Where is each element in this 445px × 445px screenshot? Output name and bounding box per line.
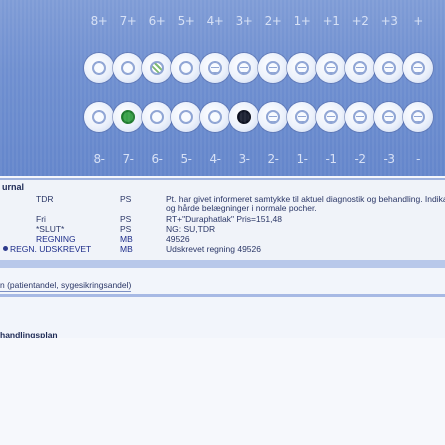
tooth-surface-icon — [237, 61, 251, 75]
journal-code: REGN. UDSKREVET — [10, 244, 92, 254]
tooth-lower-6[interactable] — [142, 102, 172, 132]
tooth-surface-icon — [295, 61, 309, 75]
tooth-surface-icon — [295, 110, 309, 124]
journal-panel: urnal TDR PS Pt. har givet informeret sa… — [0, 178, 445, 262]
tooth-lower-7[interactable] — [113, 102, 143, 132]
tooth-surface-icon — [266, 61, 280, 75]
journal-title: urnal — [2, 182, 25, 192]
journal-user: MB — [120, 234, 133, 244]
tooth-surface-icon — [92, 61, 106, 75]
tooth-label-lower-3: 6- — [151, 152, 163, 166]
tooth-label-upper-8: 1+ — [293, 14, 311, 28]
tooth-surface-icon — [266, 110, 280, 124]
tooth-label-upper-7: 2+ — [264, 14, 282, 28]
tooth-upper-2[interactable] — [258, 53, 288, 83]
tooth-label-lower-7: 2- — [267, 152, 279, 166]
tooth-surface-icon — [411, 61, 425, 75]
journal-text: og hårde belægninger i normale pocher. — [166, 203, 317, 213]
odontogram-panel: 8+ 7+ 6+ 5+ 4+ 3+ 2+ 1+ +1 +2 +3 + 8- 7-… — [0, 0, 445, 176]
journal-text: 49526 — [166, 234, 190, 244]
journal-text: RT+"Duraphatlak" Pris=151,48 — [166, 214, 282, 224]
tooth-label-lower-11: -3 — [383, 152, 395, 166]
journal-user: PS — [120, 224, 132, 234]
tooth-lower-8[interactable] — [84, 102, 114, 132]
tooth-label-lower-4: 5- — [180, 152, 192, 166]
tooth-label-lower-1: 8- — [93, 152, 105, 166]
journal-divider — [0, 260, 445, 268]
tooth-label-upper-6: 3+ — [235, 14, 253, 28]
tooth-upper-left-3[interactable] — [374, 53, 404, 83]
tooth-label-lower-2: 7- — [122, 152, 134, 166]
tooth-upper-left-1[interactable] — [316, 53, 346, 83]
tooth-lower-2[interactable] — [258, 102, 288, 132]
journal-code: *SLUT* — [36, 224, 65, 234]
treatment-plan-area[interactable] — [0, 338, 445, 445]
tooth-lower-left-2[interactable] — [345, 102, 375, 132]
tooth-surface-icon — [353, 61, 367, 75]
tooth-label-upper-3: 6+ — [148, 14, 166, 28]
journal-text: Udskrevet regning 49526 — [166, 244, 261, 254]
journal-code: Fri — [36, 214, 46, 224]
tooth-surface-icon — [121, 110, 135, 124]
tooth-surface-icon — [121, 61, 135, 75]
tooth-surface-icon — [208, 61, 222, 75]
tooth-label-upper-12: + — [413, 14, 423, 28]
tooth-label-lower-9: -1 — [325, 152, 337, 166]
tooth-surface-icon — [382, 61, 396, 75]
tooth-upper-5[interactable] — [171, 53, 201, 83]
tooth-surface-icon — [150, 110, 164, 124]
tooth-surface-icon — [179, 110, 193, 124]
tooth-lower-5[interactable] — [171, 102, 201, 132]
tooth-upper-left-4[interactable] — [403, 53, 433, 83]
tooth-surface-icon — [324, 61, 338, 75]
tooth-surface-icon — [150, 61, 164, 75]
tooth-upper-7[interactable] — [113, 53, 143, 83]
tooth-lower-left-4[interactable] — [403, 102, 433, 132]
journal-text: NG: SU,TDR — [166, 224, 216, 234]
tooth-surface-icon — [179, 61, 193, 75]
tooth-upper-6[interactable] — [142, 53, 172, 83]
tooth-label-upper-2: 7+ — [119, 14, 137, 28]
journal-user: PS — [120, 214, 132, 224]
journal-row[interactable]: REGNING MB 49526 — [0, 234, 445, 244]
tooth-surface-icon — [324, 110, 338, 124]
tooth-label-upper-11: +3 — [380, 14, 398, 28]
tooth-upper-8[interactable] — [84, 53, 114, 83]
tooth-label-upper-1: 8+ — [90, 14, 108, 28]
tooth-label-upper-5: 4+ — [206, 14, 224, 28]
journal-row[interactable]: og hårde belægninger i normale pocher. — [0, 203, 445, 213]
tooth-lower-left-1[interactable] — [316, 102, 346, 132]
tooth-surface-icon — [382, 110, 396, 124]
tooth-label-upper-10: +2 — [351, 14, 369, 28]
tooth-label-lower-5: 4- — [209, 152, 221, 166]
tooth-lower-left-3[interactable] — [374, 102, 404, 132]
tooth-surface-icon — [411, 110, 425, 124]
tooth-label-lower-6: 3- — [238, 152, 250, 166]
tooth-upper-1[interactable] — [287, 53, 317, 83]
tooth-surface-icon — [353, 110, 367, 124]
tooth-label-lower-12: - — [416, 152, 420, 166]
tooth-lower-3[interactable] — [229, 102, 259, 132]
payment-divider — [0, 294, 445, 297]
journal-row-selected[interactable]: REGN. UDSKREVET MB Udskrevet regning 495… — [0, 244, 445, 254]
tooth-label-upper-9: +1 — [322, 14, 340, 28]
tooth-label-lower-8: 1- — [296, 152, 308, 166]
tooth-upper-left-2[interactable] — [345, 53, 375, 83]
tooth-upper-3[interactable] — [229, 53, 259, 83]
tooth-label-lower-10: -2 — [354, 152, 366, 166]
payment-label[interactable]: n (patientandel, sygesikringsandel) — [0, 280, 132, 292]
tooth-surface-icon — [92, 110, 106, 124]
selected-bullet-icon — [3, 246, 8, 251]
journal-row[interactable]: Fri PS RT+"Duraphatlak" Pris=151,48 — [0, 214, 445, 224]
journal-code: REGNING — [36, 234, 76, 244]
journal-user: MB — [120, 244, 133, 254]
journal-row[interactable]: *SLUT* PS NG: SU,TDR — [0, 224, 445, 234]
payment-panel: n (patientandel, sygesikringsandel) hand… — [0, 268, 445, 340]
tooth-upper-4[interactable] — [200, 53, 230, 83]
tooth-surface-icon — [237, 110, 251, 124]
tooth-lower-4[interactable] — [200, 102, 230, 132]
tooth-surface-icon — [208, 110, 222, 124]
tooth-lower-1[interactable] — [287, 102, 317, 132]
tooth-label-upper-4: 5+ — [177, 14, 195, 28]
